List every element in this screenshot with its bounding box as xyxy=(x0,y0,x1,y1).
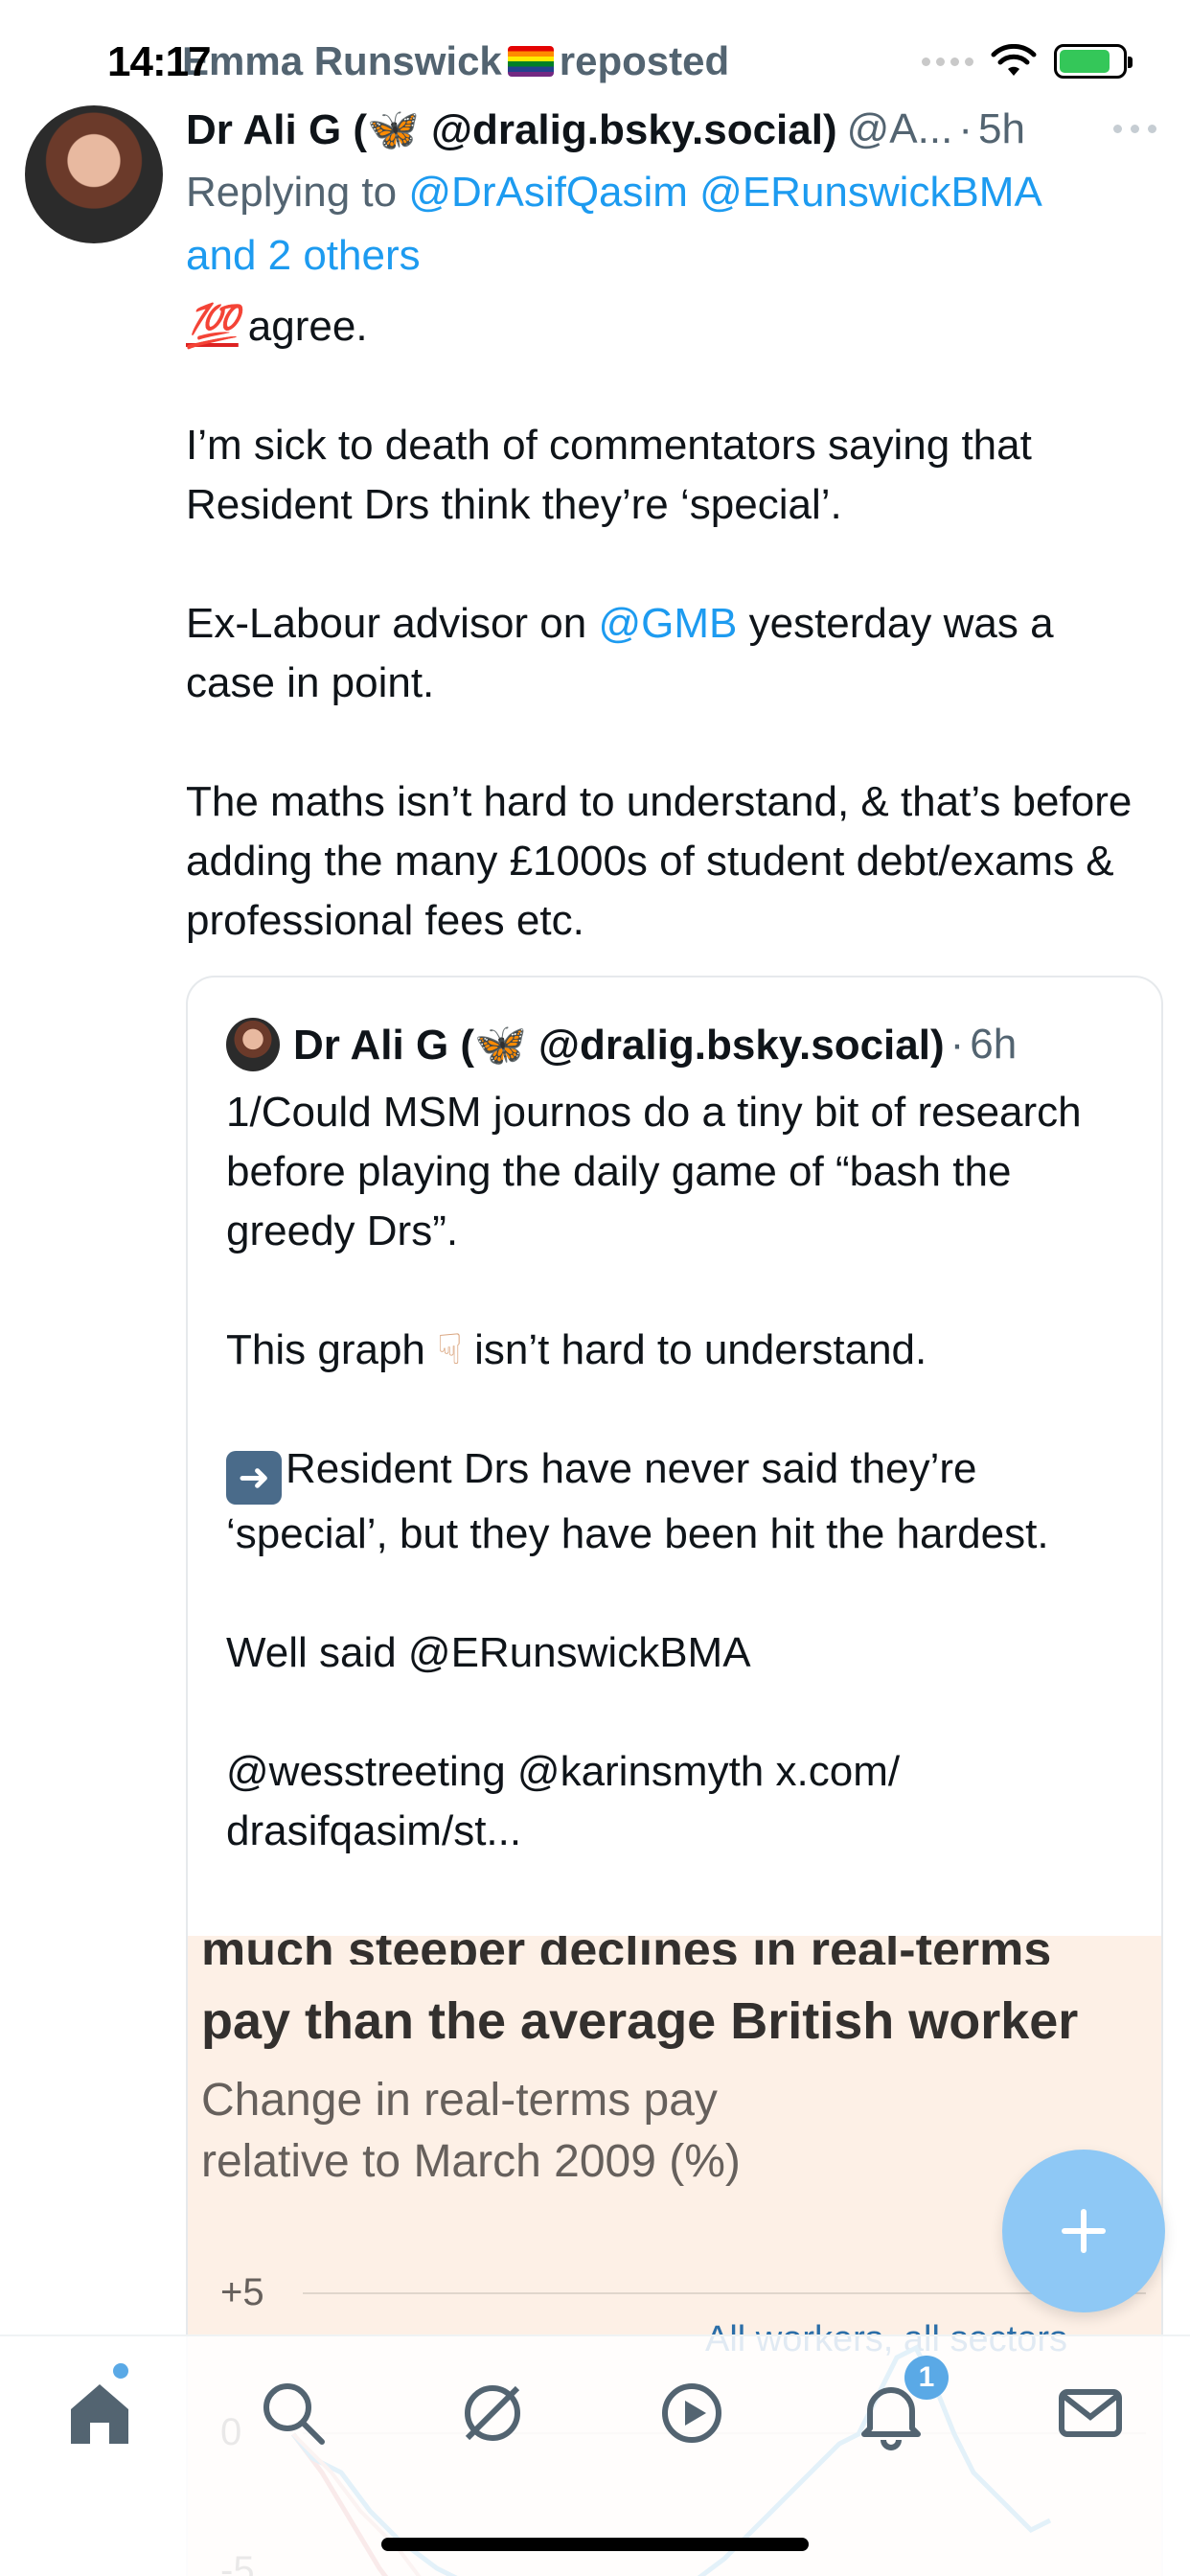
pointing-down-hand-icon: ☟ xyxy=(437,1326,463,1373)
mention-gmb[interactable]: @GMB xyxy=(598,600,737,647)
more-options-icon[interactable] xyxy=(1106,117,1163,140)
explore-icon[interactable] xyxy=(454,2375,531,2451)
repost-label: reposted xyxy=(559,38,730,83)
quote-header: Dr Ali G (🦋 @dralig.bsky.social) · 6h xyxy=(226,1016,1017,1073)
right-arrow-icon: ➜ xyxy=(226,1451,282,1505)
tweet-header: Dr Ali G (🦋 @dralig.bsky.social) @A... ·… xyxy=(186,98,1163,161)
battery-icon xyxy=(1054,44,1133,79)
quote-para5: @wesstreeting @karinsmyth x.com/ drasifq… xyxy=(226,1748,901,1854)
compose-button[interactable] xyxy=(1002,2150,1165,2312)
home-icon[interactable] xyxy=(61,2375,138,2451)
hundred-points-icon: 💯 xyxy=(186,303,239,350)
quote-text: 1/Could MSM journos do a tiny bit of res… xyxy=(226,1083,1146,1920)
wifi-icon xyxy=(991,44,1037,76)
reply-mentions[interactable]: @DrAsifQasim @ERunswickBMA xyxy=(408,169,1041,216)
quote-para1: 1/Could MSM journos do a tiny bit of res… xyxy=(226,1089,1082,1254)
author-avatar[interactable] xyxy=(25,105,163,243)
home-new-indicator xyxy=(113,2363,128,2379)
reply-prefix: Replying to xyxy=(186,169,398,216)
repost-user[interactable]: Emma Runswick xyxy=(182,38,502,83)
messages-icon[interactable] xyxy=(1052,2375,1129,2451)
quote-para2-suffix: isn’t hard to understand. xyxy=(474,1326,927,1373)
reply-others-link[interactable]: and 2 others xyxy=(186,232,421,279)
quote-timestamp: 6h xyxy=(970,1021,1018,1068)
separator: · xyxy=(958,105,973,152)
tweet-text: 💯 agree. I’m sick to death of commentator… xyxy=(186,297,1154,1010)
search-icon[interactable] xyxy=(255,2375,332,2451)
tweet-timestamp[interactable]: 5h xyxy=(978,105,1025,153)
tweet-para4: The maths isn’t hard to understand, & th… xyxy=(186,778,1133,944)
quote-author-name: Dr Ali G (🦋 @dralig.bsky.social) xyxy=(293,1022,945,1069)
repost-indicator[interactable]: Emma Runswick reposted xyxy=(182,38,729,84)
quote-para3: Resident Drs have never said they’re ‘sp… xyxy=(226,1445,1049,1557)
rainbow-flag-icon xyxy=(507,46,554,77)
author-handle[interactable]: @A... xyxy=(847,105,953,153)
quote-separator: · xyxy=(950,1021,965,1068)
quote-author-avatar xyxy=(226,1018,280,1071)
tweet-line1: agree. xyxy=(247,303,368,350)
notification-count-badge: 1 xyxy=(904,2356,949,2400)
author-name[interactable]: Dr Ali G (🦋 @dralig.bsky.social) xyxy=(186,104,837,154)
tweet-para3-prefix: Ex-Labour advisor on xyxy=(186,600,587,647)
quote-para4: Well said @ERunswickBMA xyxy=(226,1629,751,1676)
home-indicator xyxy=(381,2538,809,2551)
status-icons xyxy=(922,44,1133,79)
reply-context: Replying to @DrAsifQasim @ERunswickBMA a… xyxy=(186,161,1154,288)
tweet-para2: I’m sick to death of commentators saying… xyxy=(186,422,1032,528)
signal-icon xyxy=(922,57,973,66)
video-icon[interactable] xyxy=(653,2375,730,2451)
status-time: 14:17 xyxy=(107,38,212,85)
quote-para2-prefix: This graph xyxy=(226,1326,425,1373)
